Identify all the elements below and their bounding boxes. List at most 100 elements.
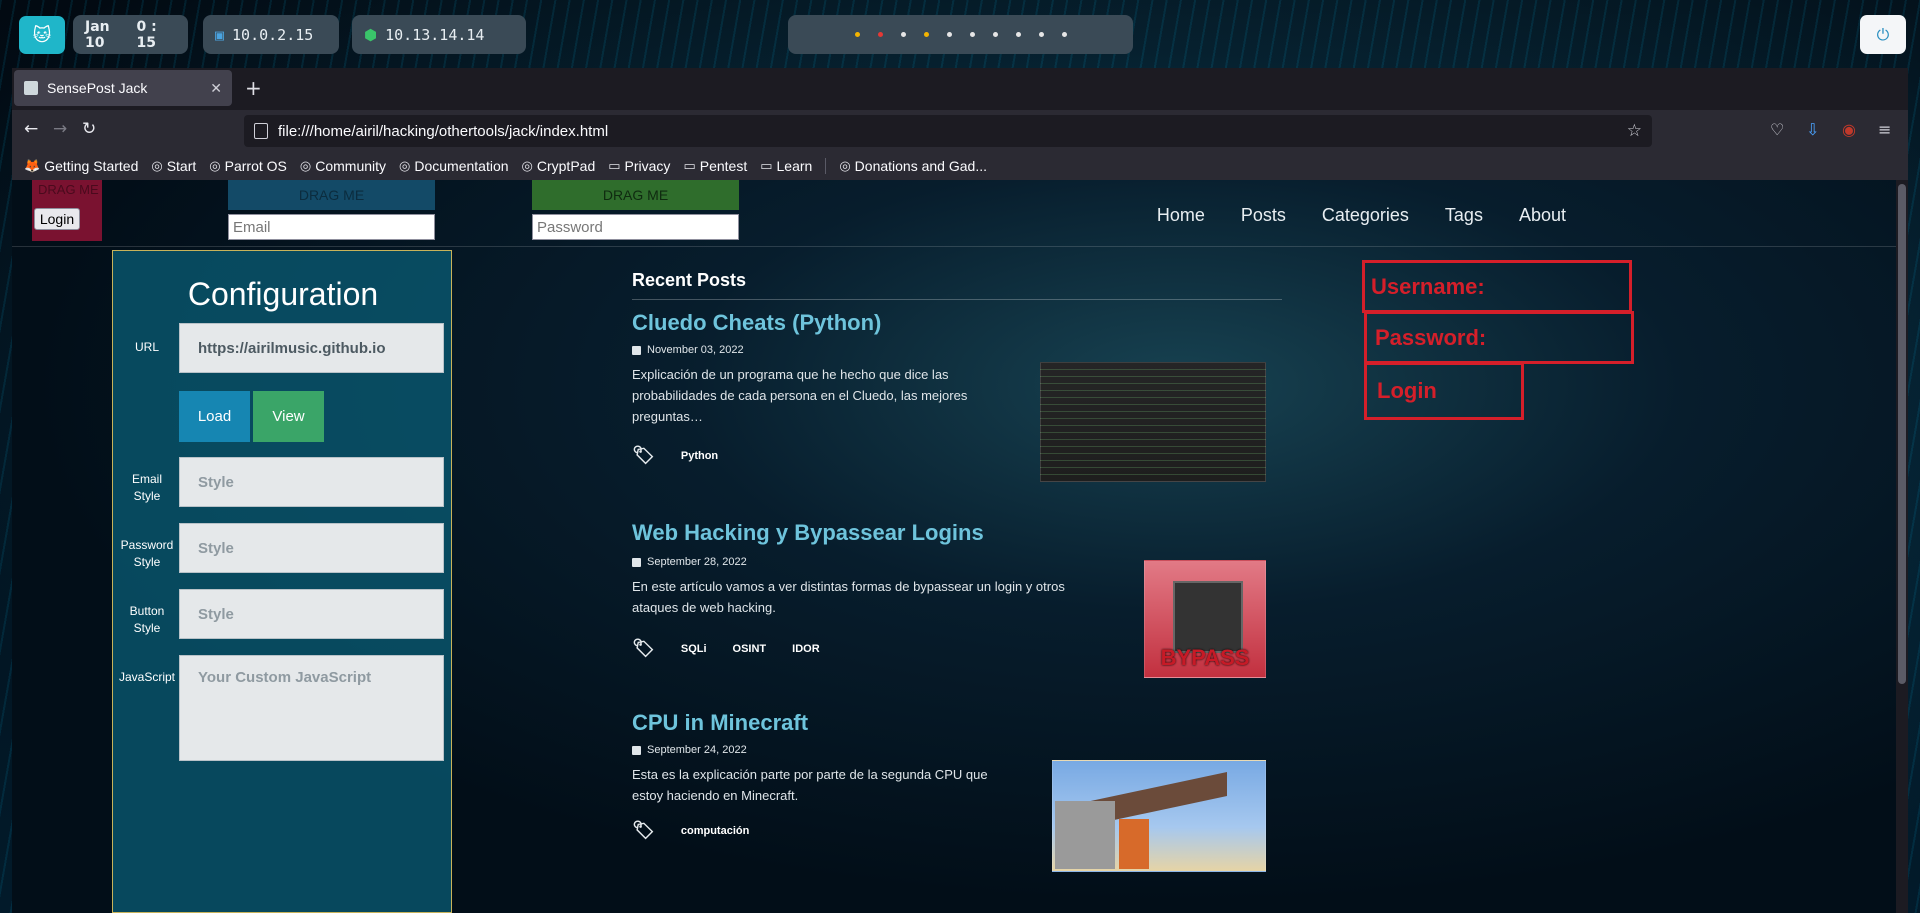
tab-favicon-icon xyxy=(24,81,38,95)
bookmark-item[interactable]: ◎ Start xyxy=(151,158,196,174)
post-date-text: November 03, 2022 xyxy=(647,344,744,356)
drag-email-handle[interactable]: DRAG ME xyxy=(228,180,435,210)
email-field[interactable]: Email xyxy=(228,214,435,240)
bookmark-item[interactable]: ▭ Pentest xyxy=(683,158,747,174)
bookmark-item[interactable]: ▭ Learn xyxy=(760,158,812,174)
password-style-label: Password Style xyxy=(120,538,174,569)
new-tab-icon[interactable]: + xyxy=(245,76,262,100)
workspace-switcher[interactable] xyxy=(788,15,1133,54)
post-date-text: September 28, 2022 xyxy=(647,556,747,568)
post-thumbnail-code[interactable] xyxy=(1040,362,1266,482)
vpn-ip-widget: ⬢ 10.13.14.14 xyxy=(352,15,526,54)
scrollbar-thumb[interactable] xyxy=(1898,184,1906,684)
folder-icon: ▭ xyxy=(760,158,773,173)
workspace-dot[interactable] xyxy=(969,32,975,37)
back-icon[interactable]: ← xyxy=(24,119,38,139)
view-button[interactable]: View xyxy=(253,391,324,442)
site-nav-link-posts[interactable]: Posts xyxy=(1241,205,1286,226)
mc-structure xyxy=(1119,819,1149,869)
post-title[interactable]: CPU in Minecraft xyxy=(632,710,1282,736)
close-icon[interactable]: ✕ xyxy=(210,80,222,97)
tag-link[interactable]: IDOR xyxy=(792,643,820,655)
page-scrollbar[interactable] xyxy=(1896,180,1908,913)
site-nav-link-categories[interactable]: Categories xyxy=(1322,205,1409,226)
password-style-input[interactable]: Style xyxy=(179,523,444,573)
post-title[interactable]: Web Hacking y Bypassear Logins xyxy=(632,520,1282,546)
bookmark-label: Documentation xyxy=(414,158,509,174)
bookmark-label: Getting Started xyxy=(44,158,139,174)
bookmark-label: CryptPad xyxy=(536,158,596,174)
tab-bar: SensePost Jack ✕ + xyxy=(12,68,1908,110)
bookmark-label: Parrot OS xyxy=(224,158,287,174)
workspace-dot[interactable] xyxy=(854,32,860,37)
tag-link[interactable]: OSINT xyxy=(733,643,767,655)
workspace-dot[interactable] xyxy=(1015,32,1021,37)
url-text[interactable]: file:///home/airil/hacking/othertools/ja… xyxy=(278,123,1617,140)
password-field[interactable]: Password xyxy=(532,214,739,240)
globe-icon: ◎ xyxy=(151,158,163,173)
bookmark-item[interactable]: 🦊 Getting Started xyxy=(24,158,138,174)
overlay-username-field[interactable]: Username: xyxy=(1362,260,1632,313)
post-thumbnail-minecraft[interactable] xyxy=(1052,760,1266,872)
overlay-password-field[interactable]: Password: xyxy=(1364,311,1634,364)
load-button[interactable]: Load xyxy=(179,391,250,442)
tag-link[interactable]: Python xyxy=(681,450,718,462)
workspace-dot[interactable] xyxy=(1038,32,1044,37)
javascript-label: JavaScript xyxy=(118,670,176,684)
tab-sensepost-jack[interactable]: SensePost Jack ✕ xyxy=(14,70,232,106)
power-icon[interactable]: ⏻ xyxy=(1860,15,1906,54)
bookmark-item[interactable]: ◎ Donations and Gad... xyxy=(839,158,987,174)
bookmark-item[interactable]: ◎ CryptPad xyxy=(522,158,596,174)
reload-icon[interactable]: ↻ xyxy=(82,119,96,139)
menu-icon[interactable]: ≡ xyxy=(1878,120,1891,139)
firefox-icon: 🦊 xyxy=(24,158,41,173)
forward-icon[interactable]: → xyxy=(53,119,67,139)
site-nav-link-home[interactable]: Home xyxy=(1157,205,1205,226)
tag-link[interactable]: computación xyxy=(681,825,749,837)
drag-login-box[interactable]: DRAG ME Login xyxy=(32,180,102,241)
bookmark-item[interactable]: ◎ Parrot OS xyxy=(209,158,287,174)
clock: Jan 10 0 : 15 xyxy=(73,15,188,54)
downloads-icon[interactable]: ⇩ xyxy=(1806,120,1819,139)
site-nav-link-tags[interactable]: Tags xyxy=(1445,205,1483,226)
post-title[interactable]: Cluedo Cheats (Python) xyxy=(632,310,1282,336)
bookmark-label: Donations and Gad... xyxy=(854,158,987,174)
globe-icon: ◎ xyxy=(839,158,851,173)
pocket-icon[interactable]: ♡ xyxy=(1770,120,1784,139)
tag-link[interactable]: SQLi xyxy=(681,643,707,655)
tags-icon: 🏷 xyxy=(632,820,655,840)
email-style-input[interactable]: Style xyxy=(179,457,444,507)
workspace-dot[interactable] xyxy=(1061,32,1067,37)
post-thumbnail-bypass[interactable]: BYPASS xyxy=(1144,560,1266,678)
cube-icon: ⬢ xyxy=(364,25,378,44)
bookmark-item[interactable]: ▭ Privacy xyxy=(608,158,670,174)
calendar-icon xyxy=(632,557,641,567)
post-date-text: September 24, 2022 xyxy=(647,744,747,756)
parrot-menu-icon[interactable]: 🐱 xyxy=(19,16,65,54)
workspace-dot[interactable] xyxy=(946,32,952,37)
local-ip-widget: ▣ 10.0.2.15 xyxy=(203,15,339,54)
page-icon xyxy=(254,123,268,139)
login-button[interactable]: Login xyxy=(34,208,80,230)
extension-icon[interactable]: ◉ xyxy=(1842,120,1856,139)
workspace-dot[interactable] xyxy=(877,32,883,37)
workspace-dot[interactable] xyxy=(992,32,998,37)
nav-toolbar: ← → ↻ file:///home/airil/hacking/otherto… xyxy=(12,110,1908,152)
workspace-dot[interactable] xyxy=(900,32,906,37)
site-nav-link-about[interactable]: About xyxy=(1519,205,1566,226)
javascript-textarea[interactable]: Your Custom JavaScript xyxy=(179,655,444,761)
url-bar[interactable]: file:///home/airil/hacking/othertools/ja… xyxy=(244,115,1652,147)
button-style-input[interactable]: Style xyxy=(179,589,444,639)
bypass-thumb-text: BYPASS xyxy=(1160,645,1250,670)
bookmark-separator xyxy=(825,158,827,174)
bookmark-item[interactable]: ◎ Documentation xyxy=(399,158,509,174)
url-input[interactable]: https://airilmusic.github.io xyxy=(179,323,444,373)
overlay-login-button[interactable]: Login xyxy=(1364,362,1524,420)
post-description: Explicación de un programa que he hecho … xyxy=(632,367,968,424)
drag-password-handle[interactable]: DRAG ME xyxy=(532,180,739,210)
bookmark-star-icon[interactable]: ☆ xyxy=(1627,121,1642,141)
button-style-label: Button Style xyxy=(129,604,165,635)
login-form-image xyxy=(1173,581,1243,653)
bookmark-item[interactable]: ◎ Community xyxy=(300,158,386,174)
workspace-dot[interactable] xyxy=(923,32,929,37)
